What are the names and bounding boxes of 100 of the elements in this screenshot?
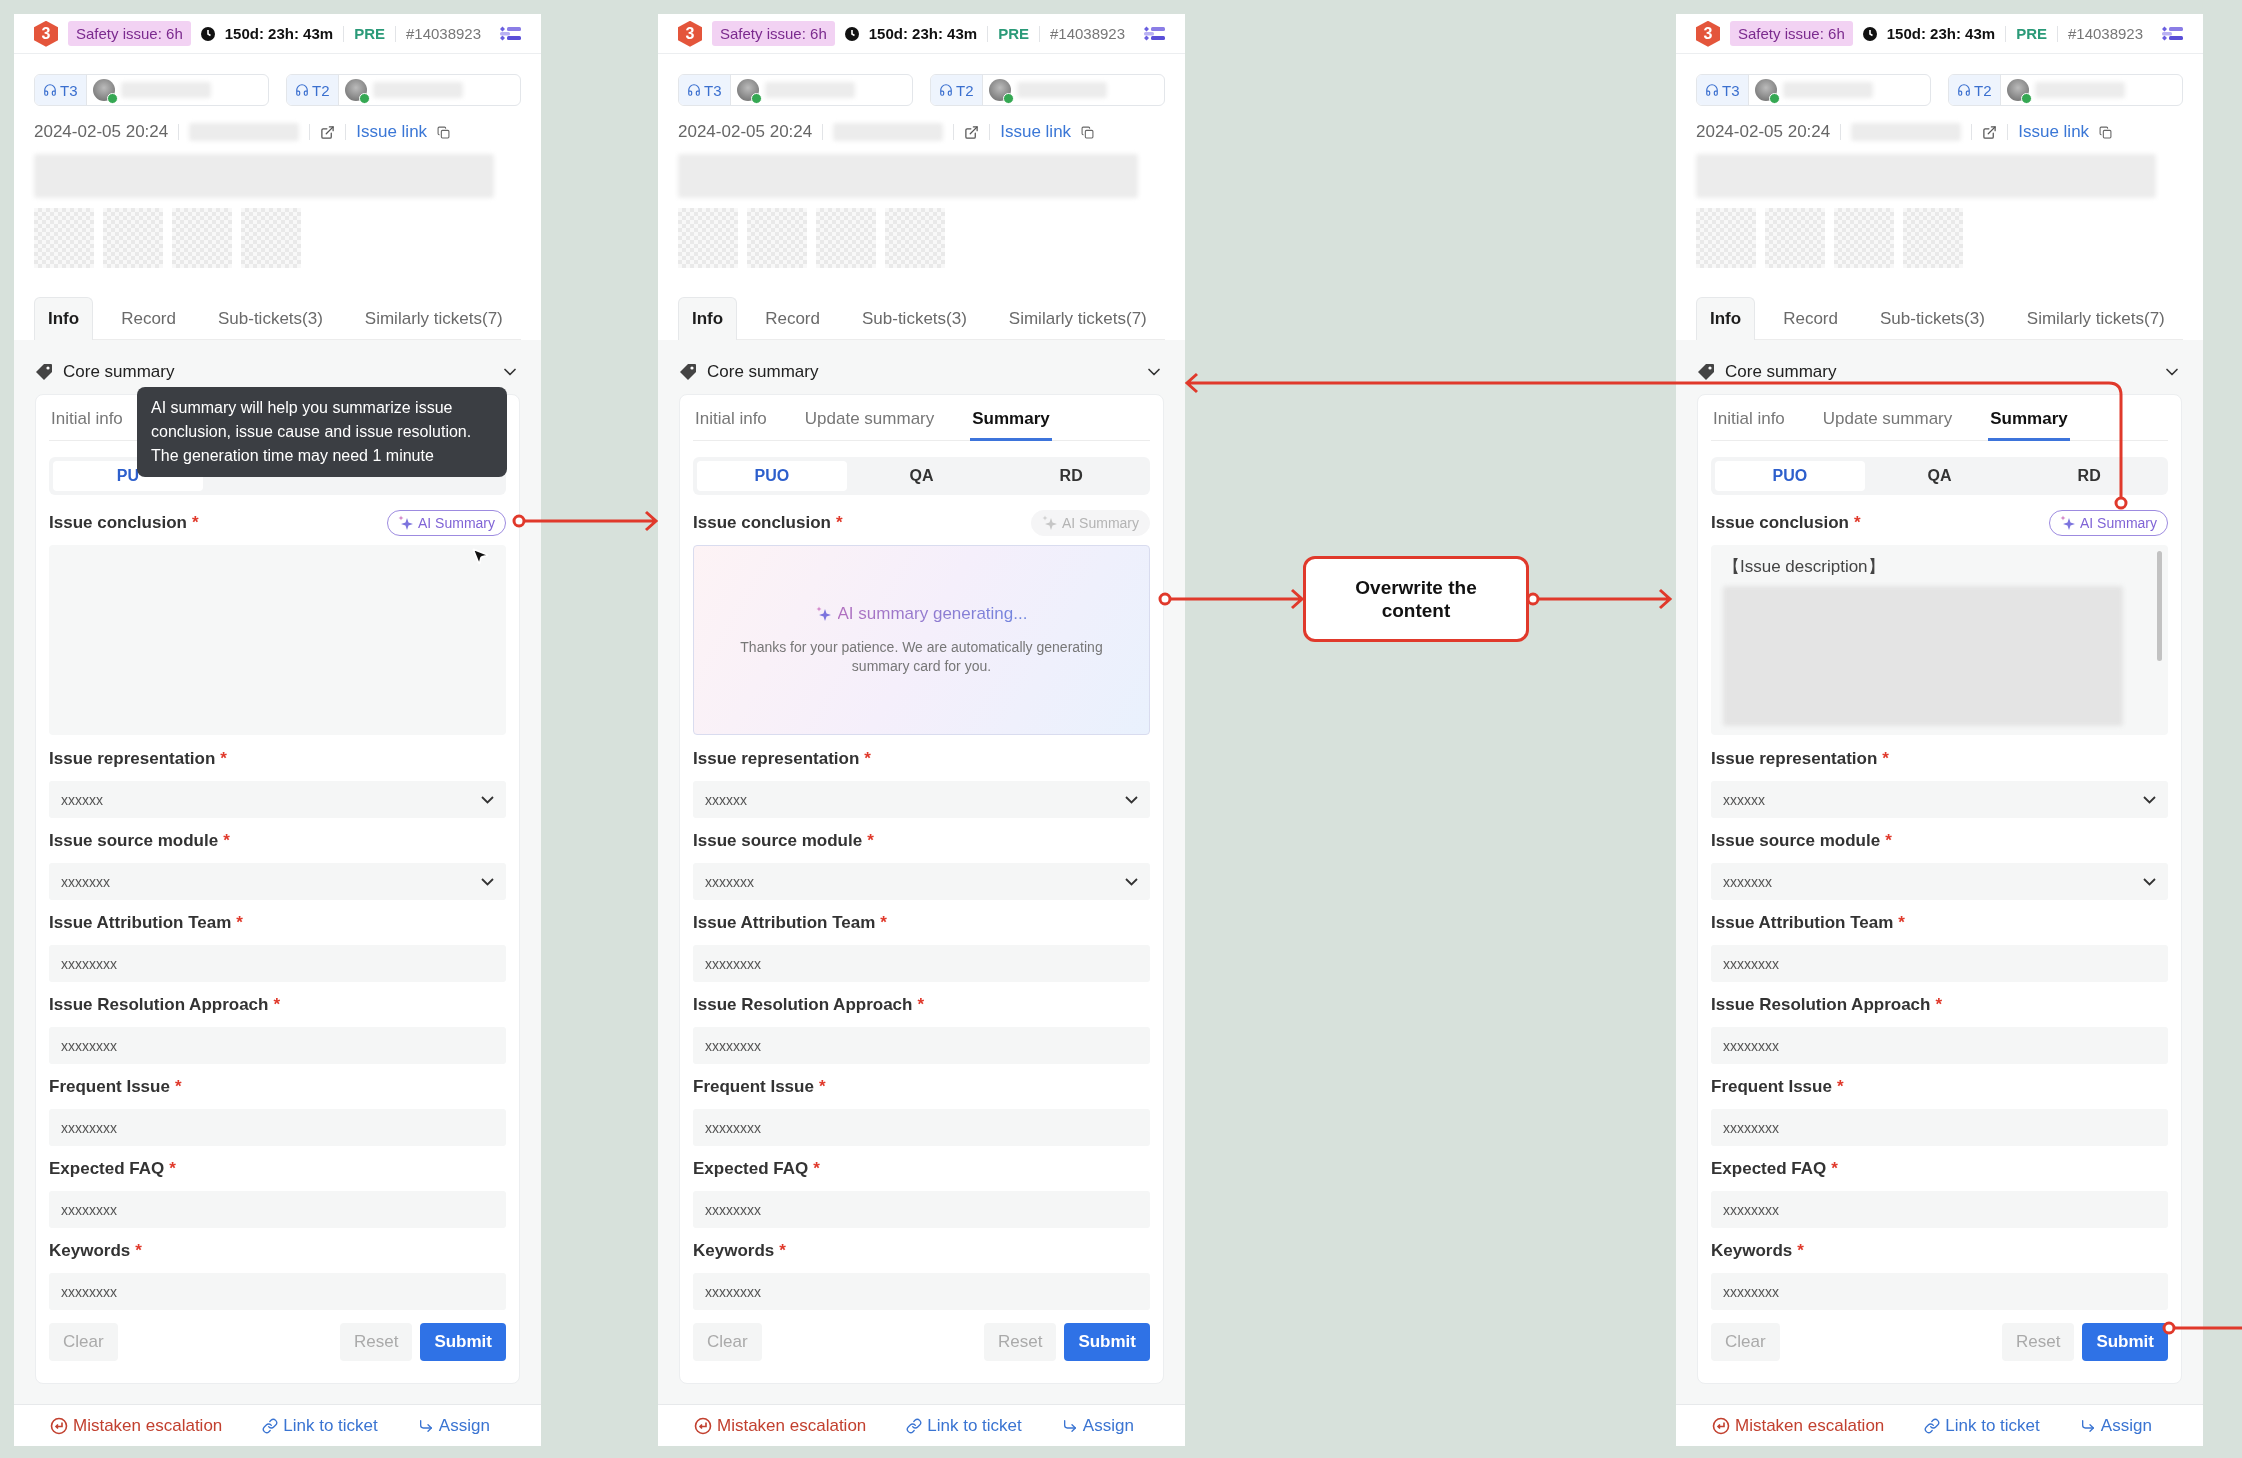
required-mark: * [191, 513, 199, 534]
required-mark: * [818, 1077, 826, 1098]
sub-tab[interactable]: Update summary [802, 399, 937, 442]
required-mark: * [220, 749, 227, 770]
tab[interactable]: Info [34, 297, 94, 341]
external-link-icon[interactable] [964, 124, 980, 140]
tab[interactable]: Record [751, 297, 834, 341]
text-area[interactable]: 【Issue description】 [1711, 545, 2168, 736]
assignee-chip[interactable]: T2 [286, 74, 521, 107]
tab[interactable]: Sub-tickets(3) [203, 297, 337, 341]
input-field[interactable]: xxxxxxxx [693, 1109, 1150, 1147]
avatar [344, 79, 367, 102]
issue-link[interactable]: Issue link [1000, 122, 1072, 143]
segment[interactable]: QA [1864, 461, 2015, 492]
action-button[interactable]: Link to ticket [906, 1415, 1022, 1436]
input-field[interactable]: xxxxxxxx [693, 945, 1150, 983]
tab[interactable]: Similarly tickets(7) [2012, 297, 2179, 341]
input-field[interactable]: xxxxxxxx [693, 1027, 1150, 1065]
required-mark: * [835, 513, 843, 534]
action-button[interactable]: Link to ticket [1924, 1415, 2040, 1436]
required-mark: * [1885, 831, 1892, 852]
input-field[interactable]: xxxxxxxx [49, 1191, 506, 1229]
segment[interactable]: PUO [697, 461, 847, 492]
external-link-icon[interactable] [320, 124, 336, 140]
assignee-chip[interactable]: T3 [34, 74, 269, 107]
tab[interactable]: Record [1769, 297, 1852, 341]
sub-tab[interactable]: Update summary [1820, 399, 1955, 442]
action-button[interactable]: Assign [2079, 1415, 2152, 1436]
segment[interactable]: PUO [1715, 461, 1865, 492]
copy-icon[interactable] [437, 125, 451, 139]
input-field[interactable]: xxxxxxxx [49, 1109, 506, 1147]
ticket-number: #14038923 [2067, 25, 2144, 43]
issue-link[interactable]: Issue link [356, 122, 428, 143]
tab[interactable]: Similarly tickets(7) [350, 297, 517, 341]
scrollbar[interactable] [2157, 551, 2162, 662]
select-field[interactable]: xxxxxx [49, 781, 506, 819]
input-field[interactable]: xxxxxxxx [49, 945, 506, 983]
required-mark: * [880, 913, 887, 934]
tier-label: T3 [704, 81, 722, 99]
sub-tab[interactable]: Initial info [49, 399, 125, 442]
tab[interactable]: Sub-tickets(3) [847, 297, 981, 341]
required-mark: * [273, 995, 281, 1016]
segment[interactable]: QA [846, 461, 997, 492]
input-field[interactable]: xxxxxxxx [1711, 1273, 2168, 1311]
sub-tab[interactable]: Initial info [1711, 399, 1787, 442]
submit-button[interactable]: Submit [420, 1323, 506, 1362]
assignee-chip[interactable]: T2 [930, 74, 1165, 107]
submit-button[interactable]: Submit [2082, 1323, 2168, 1362]
external-link-icon[interactable] [1982, 124, 1998, 140]
ai-summary-button[interactable]: AI Summary [387, 510, 506, 537]
text-area[interactable] [49, 545, 506, 736]
select-field[interactable]: xxxxxxx [1711, 863, 2168, 901]
select-field[interactable]: xxxxxx [1711, 781, 2168, 819]
env-label: PRE [998, 25, 1029, 43]
assignee-chip[interactable]: T2 [1948, 74, 2183, 107]
headset-icon [939, 83, 953, 98]
action-button[interactable]: Assign [417, 1415, 490, 1436]
created-date: 2024-02-05 20:24 [1696, 122, 1831, 143]
submit-button[interactable]: Submit [1064, 1323, 1150, 1362]
input-field[interactable]: xxxxxxxx [49, 1027, 506, 1065]
segment[interactable]: RD [2014, 461, 2164, 492]
env-label: PRE [2016, 25, 2047, 43]
tab[interactable]: Sub-tickets(3) [1865, 297, 1999, 341]
input-field[interactable]: xxxxxxxx [693, 1191, 1150, 1229]
sparkle-icon [1042, 515, 1058, 532]
assignee-chip[interactable]: T3 [1696, 74, 1931, 107]
sub-tab[interactable]: Initial info [693, 399, 769, 442]
field-label: Issue conclusion [1711, 513, 1849, 534]
select-field[interactable]: xxxxxxx [49, 863, 506, 901]
select-field[interactable]: xxxxxx [693, 781, 1150, 819]
action-button[interactable]: Link to ticket [262, 1415, 378, 1436]
input-field[interactable]: xxxxxxxx [1711, 1191, 2168, 1229]
input-field[interactable]: xxxxxxxx [693, 1273, 1150, 1311]
headset-icon [43, 83, 57, 98]
tab[interactable]: Similarly tickets(7) [994, 297, 1161, 341]
input-field[interactable]: xxxxxxxx [1711, 945, 2168, 983]
list-icon[interactable] [1143, 25, 1165, 42]
action-button[interactable]: Mistaken escalation [694, 1415, 867, 1436]
list-icon[interactable] [2161, 25, 2183, 42]
input-field[interactable]: xxxxxxxx [1711, 1109, 2168, 1147]
copy-icon[interactable] [1081, 125, 1095, 139]
issue-link[interactable]: Issue link [2018, 122, 2090, 143]
input-field[interactable]: xxxxxxxx [1711, 1027, 2168, 1065]
sub-tab[interactable]: Summary [1988, 399, 2070, 442]
copy-icon[interactable] [2099, 125, 2113, 139]
action-button[interactable]: Mistaken escalation [1712, 1415, 1885, 1436]
segment[interactable]: RD [996, 461, 1146, 492]
tab[interactable]: Info [1696, 297, 1756, 341]
list-icon[interactable] [499, 25, 521, 42]
required-mark: * [779, 1241, 786, 1262]
tab[interactable]: Info [678, 297, 738, 341]
sub-tab[interactable]: Summary [970, 399, 1052, 442]
assignee-chip[interactable]: T3 [678, 74, 913, 107]
turn-arrow-icon [417, 1417, 434, 1434]
action-button[interactable]: Assign [1061, 1415, 1134, 1436]
ai-summary-button[interactable]: AI Summary [2049, 510, 2168, 537]
input-field[interactable]: xxxxxxxx [49, 1273, 506, 1311]
action-button[interactable]: Mistaken escalation [50, 1415, 223, 1436]
tab[interactable]: Record [107, 297, 190, 341]
select-field[interactable]: xxxxxxx [693, 863, 1150, 901]
